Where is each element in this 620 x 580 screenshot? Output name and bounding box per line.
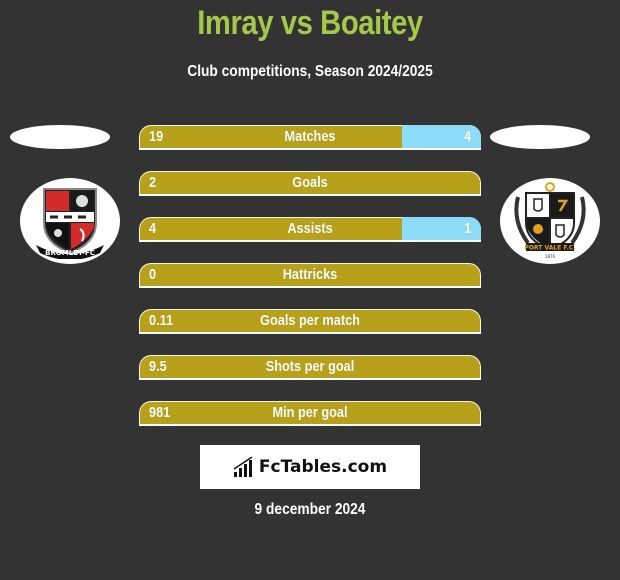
- right-value: 1: [463, 220, 471, 237]
- stat-label: Shots per goal: [265, 358, 355, 375]
- port-vale-fc-crest-icon: PORT VALE F.C. 1876: [514, 182, 586, 259]
- svg-text:1876: 1876: [545, 254, 556, 259]
- stat-label: Min per goal: [272, 404, 348, 421]
- stat-label: Matches: [284, 128, 336, 145]
- brand-text: FcTables.com: [258, 457, 388, 477]
- stat-label: Goals: [292, 174, 328, 191]
- stat-row-goals-per-match: 0.11 Goals per match: [139, 309, 481, 334]
- left-value: 4: [149, 220, 157, 237]
- left-value: 19: [149, 128, 164, 145]
- bar-chart-icon: [233, 456, 253, 477]
- stat-row-goals: 2 Goals: [139, 171, 481, 196]
- stat-row-hattricks: 0 Hattricks: [139, 263, 481, 288]
- date-label: 9 december 2024: [254, 501, 366, 518]
- stat-label: Goals per match: [260, 312, 360, 329]
- stat-label: Assists: [287, 220, 333, 237]
- stat-row-min-per-goal: 981 Min per goal: [139, 401, 481, 426]
- competition-subtitle: Club competitions, Season 2024/2025: [187, 63, 433, 80]
- fctables-brand[interactable]: FcTables.com: [200, 445, 420, 489]
- svg-text:BROMLEY-FC: BROMLEY-FC: [45, 249, 95, 257]
- page-title: Imray vs Boaitey: [197, 4, 423, 42]
- left-team-logo: BROMLEY-FC: [20, 178, 120, 264]
- stat-row-shots-per-goal: 9.5 Shots per goal: [139, 355, 481, 380]
- stat-row-matches: 19 Matches 4: [139, 125, 481, 150]
- right-value: 4: [463, 128, 471, 145]
- svg-text:PORT VALE F.C.: PORT VALE F.C.: [524, 245, 575, 252]
- stat-label: Hattricks: [282, 266, 338, 283]
- stat-row-assists: 4 Assists 1: [139, 217, 481, 242]
- left-value: 2: [149, 174, 157, 191]
- left-player-placeholder: [10, 125, 110, 149]
- right-team-logo: PORT VALE F.C. 1876: [500, 178, 600, 264]
- right-player-placeholder: [490, 125, 590, 149]
- bromley-fc-crest-icon: BROMLEY-FC: [36, 188, 104, 259]
- left-value: 0: [149, 266, 157, 283]
